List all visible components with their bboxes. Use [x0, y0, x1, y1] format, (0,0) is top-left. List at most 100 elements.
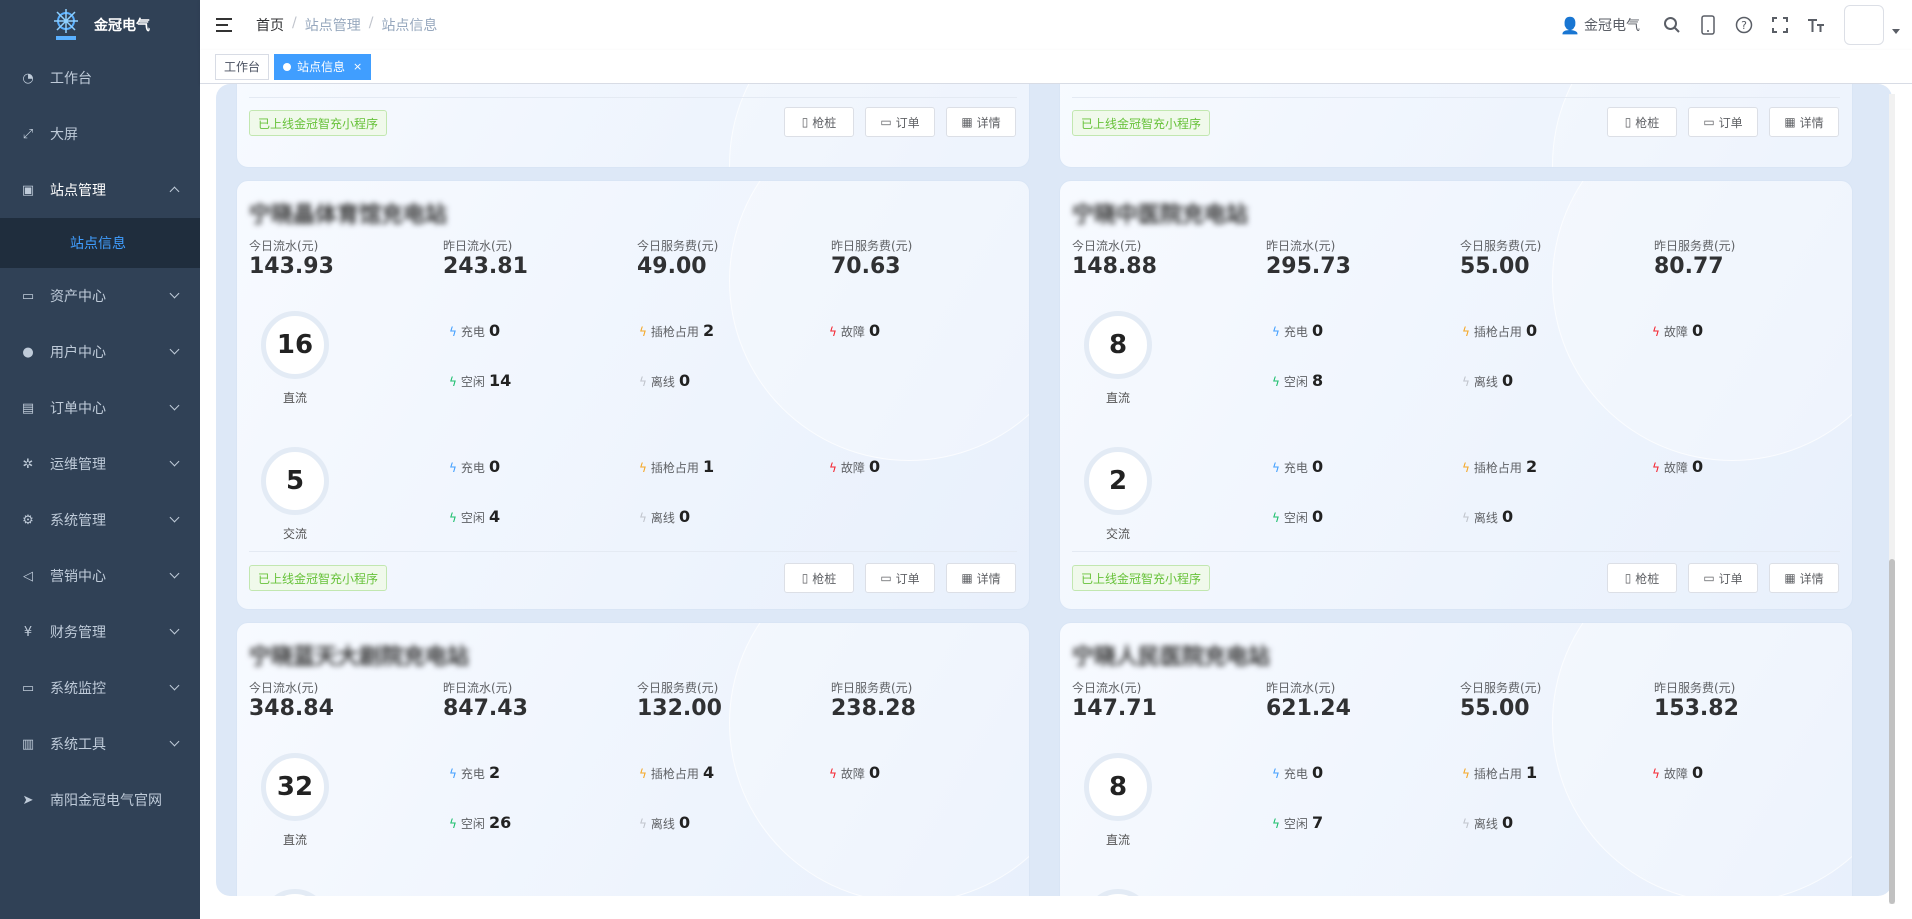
detail-button[interactable]: ▦ 详情: [1769, 563, 1839, 593]
close-icon[interactable]: ×: [353, 60, 362, 73]
stat-today-service: 今日服务费(元) 49.00: [637, 237, 718, 279]
dc-label: 直流: [282, 833, 307, 847]
sidebar: 金冠电气 ◔ 工作台 ⤢ 大屏 ▣ 站点管理 站点信息 ▭ 资产中心 ● 用户中…: [0, 0, 200, 919]
breadcrumb: 首页 / 站点管理 / 站点信息: [256, 15, 437, 35]
toolbox-icon: ▥: [21, 736, 35, 752]
stat-label: 今日流水(元): [1072, 681, 1142, 695]
grid-icon: ▦: [1784, 115, 1796, 129]
sidebar-item-users[interactable]: ● 用户中心: [0, 324, 200, 380]
pile-button[interactable]: ▯ 枪桩: [784, 563, 854, 593]
stat-yest-service: 昨日服务费(元) 238.28: [831, 679, 916, 721]
stat-label: 今日流水(元): [249, 239, 319, 253]
status-count: 0: [868, 763, 881, 782]
online-badge: 已上线金冠智充小程序: [249, 565, 388, 591]
sidebar-item-label: 用户中心: [50, 345, 106, 361]
bolt-icon: ϟ: [829, 325, 837, 339]
sidebar-subitem-station-info[interactable]: 站点信息: [0, 218, 200, 268]
pile-button[interactable]: ▯ 枪桩: [1607, 107, 1677, 137]
sidebar-item-tools[interactable]: ▥ 系统工具: [0, 716, 200, 772]
detail-button[interactable]: ▦ 详情: [946, 563, 1016, 593]
order-button[interactable]: ▭ 订单: [865, 107, 935, 137]
button-label: 枪桩: [812, 571, 837, 586]
bolt-icon: ϟ: [1272, 767, 1280, 781]
order-button[interactable]: ▭ 订单: [1688, 563, 1758, 593]
detail-button[interactable]: ▦ 详情: [1769, 107, 1839, 137]
pile-icon: ▯: [1624, 115, 1632, 129]
sidebar-item-website[interactable]: ➤ 南阳金冠电气官网: [0, 772, 200, 828]
status-label: 插枪占用: [1473, 325, 1522, 339]
order-button[interactable]: ▭ 订单: [865, 563, 935, 593]
grid-icon: ▦: [1784, 571, 1796, 585]
detail-button[interactable]: ▦ 详情: [946, 107, 1016, 137]
pile-button[interactable]: ▯ 枪桩: [784, 107, 854, 137]
sidebar-item-label: 系统管理: [50, 513, 106, 529]
bolt-icon: ϟ: [639, 461, 647, 475]
pile-button[interactable]: ▯ 枪桩: [1607, 563, 1677, 593]
gear-icon: ⚙: [22, 512, 34, 528]
status-occupied: ϟ 插枪占用 0: [1462, 321, 1537, 340]
search-icon[interactable]: [1662, 15, 1682, 35]
sidebar-item-finance[interactable]: ¥ 财务管理: [0, 604, 200, 660]
tag-station-info[interactable]: 站点信息 ×: [274, 53, 372, 80]
stat-yest-flow: 昨日流水(元) 847.43: [443, 679, 528, 721]
status-charging: ϟ 充电 0: [1272, 321, 1323, 340]
user-menu[interactable]: 👤 金冠电气: [1560, 15, 1640, 35]
station-name: 宁晓人民医院充电站: [1072, 645, 1271, 670]
sidebar-item-label: 系统监控: [50, 681, 106, 697]
bolt-icon: ϟ: [449, 767, 457, 781]
scrollbar-thumb[interactable]: [1889, 559, 1895, 904]
sidebar-item-monitoring[interactable]: ▭ 系统监控: [0, 660, 200, 716]
online-badge: 已上线金冠智充小程序: [1072, 565, 1211, 591]
status-label: 故障: [840, 325, 865, 339]
status-offline: ϟ 离线 0: [1462, 371, 1513, 390]
breadcrumb-home[interactable]: 首页: [256, 15, 284, 35]
caret-down-icon[interactable]: [1892, 28, 1900, 34]
bolt-icon: ϟ: [829, 461, 837, 475]
chevron-down-icon: [169, 456, 180, 467]
sidebar-item-station-management[interactable]: ▣ 站点管理: [0, 162, 200, 218]
order-button[interactable]: ▭ 订单: [1688, 107, 1758, 137]
online-badge: 已上线金冠智充小程序: [249, 110, 388, 136]
tag-label: 工作台: [224, 60, 261, 74]
bolt-icon: ϟ: [1462, 767, 1470, 781]
fullscreen-icon[interactable]: [1770, 15, 1790, 35]
stat-yest-flow: 昨日流水(元) 243.81: [443, 237, 528, 279]
sidebar-item-marketing[interactable]: ◁ 营销中心: [0, 548, 200, 604]
status-label: 离线: [650, 817, 675, 831]
sidebar-item-label: 站点管理: [50, 183, 106, 199]
font-size-icon[interactable]: [1806, 15, 1826, 35]
help-icon[interactable]: ?: [1734, 15, 1754, 35]
pile-icon: ▯: [801, 571, 809, 585]
chevron-down-icon: [169, 288, 180, 299]
bolt-icon: ϟ: [1462, 817, 1470, 831]
avatar[interactable]: [1844, 5, 1884, 45]
sidebar-item-bigscreen[interactable]: ⤢ 大屏: [0, 106, 200, 162]
bolt-icon: ϟ: [829, 767, 837, 781]
bolt-icon: ϟ: [449, 375, 457, 389]
breadcrumb-station-info: 站点信息: [381, 18, 438, 34]
sidebar-item-ops[interactable]: ✲ 运维管理: [0, 436, 200, 492]
status-count: 1: [702, 457, 715, 476]
ac-total-ring: [261, 889, 329, 896]
stat-today-service: 今日服务费(元) 55.00: [1460, 679, 1541, 721]
mobile-icon[interactable]: [1698, 15, 1718, 35]
hamburger-icon[interactable]: [216, 17, 236, 33]
status-offline: ϟ 离线 0: [639, 507, 690, 526]
bolt-icon: ϟ: [449, 817, 457, 831]
station-name: 宁晓蓝天大剧院充电站: [249, 645, 470, 670]
stat-value: 70.63: [831, 254, 901, 279]
stat-yest-service: 昨日服务费(元) 70.63: [831, 237, 912, 279]
tag-workbench[interactable]: 工作台: [215, 53, 270, 80]
sidebar-item-orders[interactable]: ▤ 订单中心: [0, 380, 200, 436]
status-count: 2: [488, 763, 501, 782]
sidebar-item-assets[interactable]: ▭ 资产中心: [0, 268, 200, 324]
status-charging: ϟ 充电 0: [1272, 763, 1323, 782]
dc-label: 直流: [1105, 391, 1130, 405]
sidebar-item-workbench[interactable]: ◔ 工作台: [0, 50, 200, 106]
logo[interactable]: 金冠电气: [0, 0, 200, 50]
stat-value: 621.24: [1266, 696, 1351, 721]
stat-label: 今日服务费(元): [637, 681, 719, 695]
status-offline: ϟ 离线 0: [1462, 813, 1513, 832]
status-label: 充电: [1283, 767, 1308, 781]
sidebar-item-system[interactable]: ⚙ 系统管理: [0, 492, 200, 548]
